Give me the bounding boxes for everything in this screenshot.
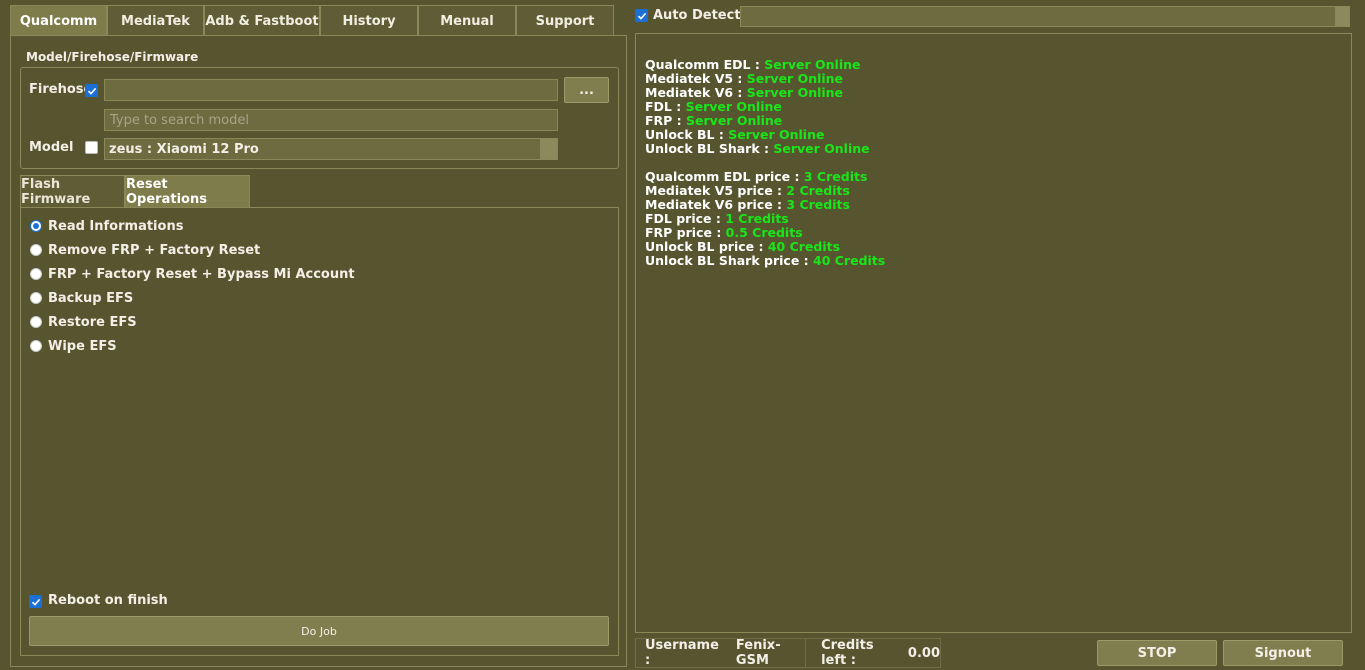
dropdown-arrow-icon[interactable] (540, 139, 557, 159)
radio-button[interactable] (30, 268, 42, 280)
do-job-button[interactable]: Do Job (29, 616, 609, 646)
checkmark-icon (637, 12, 646, 20)
log-line: Mediatek V5 : Server Online (645, 71, 844, 86)
tab-reset-operations[interactable]: Reset Operations (125, 175, 250, 207)
status-bar: Username : Fenix-GSM Credits left : 0.00 (635, 638, 941, 668)
tab-mediatek[interactable]: MediaTek (107, 5, 204, 36)
username-value: Fenix-GSM (735, 638, 781, 668)
checkmark-icon (31, 598, 40, 606)
port-select[interactable] (740, 6, 1350, 27)
credits-label: Credits left : (821, 638, 874, 668)
tab-history[interactable]: History (320, 5, 418, 36)
log-line: Mediatek V6 : Server Online (645, 85, 844, 100)
option-label: Backup EFS (48, 290, 134, 306)
option-frp-factory-reset-bypass-mi[interactable]: FRP + Factory Reset + Bypass Mi Account (30, 266, 355, 282)
option-label: FRP + Factory Reset + Bypass Mi Account (48, 266, 355, 282)
log-line: Unlock BL price : 40 Credits (645, 239, 841, 254)
option-label: Restore EFS (48, 314, 137, 330)
browse-firehose-button[interactable]: ... (564, 77, 609, 103)
tab-support[interactable]: Support (516, 5, 614, 36)
model-checkbox[interactable] (85, 141, 98, 154)
option-restore-efs[interactable]: Restore EFS (30, 314, 137, 330)
log-line: FDL : Server Online (645, 99, 782, 114)
firehose-checkbox[interactable] (85, 84, 98, 97)
radio-button[interactable] (30, 340, 42, 352)
tab-menual[interactable]: Menual (418, 5, 516, 36)
log-line: Qualcomm EDL price : 3 Credits (645, 169, 868, 184)
option-label: Read Informations (48, 218, 184, 234)
radio-button[interactable] (30, 244, 42, 256)
log-line: FRP price : 0.5 Credits (645, 225, 803, 240)
option-label: Remove FRP + Factory Reset (48, 242, 261, 258)
group-title: Model/Firehose/Firmware (22, 50, 205, 68)
log-line: Unlock BL : Server Online (645, 127, 825, 142)
radio-button[interactable] (30, 316, 42, 328)
firehose-path-field[interactable] (104, 79, 558, 101)
log-line: FDL price : 1 Credits (645, 211, 789, 226)
tab-qualcomm[interactable]: Qualcomm (10, 5, 107, 36)
option-wipe-efs[interactable]: Wipe EFS (30, 338, 117, 354)
option-label: Wipe EFS (48, 338, 117, 354)
reboot-checkbox[interactable] (29, 595, 42, 608)
option-read-informations[interactable]: Read Informations (30, 218, 183, 234)
log-line: Qualcomm EDL : Server Online (645, 57, 861, 72)
model-select-value: zeus : Xiaomi 12 Pro (109, 141, 259, 157)
auto-detect-checkbox[interactable] (635, 9, 648, 22)
log-line: Unlock BL Shark price : 40 Credits (645, 253, 886, 268)
radio-button[interactable] (30, 292, 42, 304)
signout-button[interactable]: Signout (1223, 640, 1343, 666)
firehose-label: Firehose (29, 82, 93, 97)
auto-detect-label: Auto Detect (653, 8, 741, 23)
radio-button[interactable] (30, 220, 42, 232)
username-label: Username : (645, 638, 719, 668)
credits-value: 0.00 (907, 645, 940, 661)
model-select[interactable]: zeus : Xiaomi 12 Pro (104, 138, 558, 160)
stop-button[interactable]: STOP (1097, 640, 1217, 666)
model-search-input[interactable] (104, 109, 558, 131)
tab-flash-firmware[interactable]: Flash Firmware (20, 175, 125, 207)
reboot-label: Reboot on finish (48, 593, 168, 608)
status-separator (805, 639, 807, 667)
model-label: Model (29, 140, 74, 155)
log-line: Mediatek V5 price : 2 Credits (645, 183, 850, 198)
log-line: Mediatek V6 price : 3 Credits (645, 197, 850, 212)
checkmark-icon (87, 87, 96, 95)
option-remove-frp-factory-reset[interactable]: Remove FRP + Factory Reset (30, 242, 260, 258)
dropdown-arrow-icon[interactable] (1335, 7, 1349, 26)
tab-adb-fastboot[interactable]: Adb & Fastboot (204, 5, 320, 36)
log-line: Unlock BL Shark : Server Online (645, 141, 870, 156)
log-line: FRP : Server Online (645, 113, 783, 128)
option-backup-efs[interactable]: Backup EFS (30, 290, 133, 306)
